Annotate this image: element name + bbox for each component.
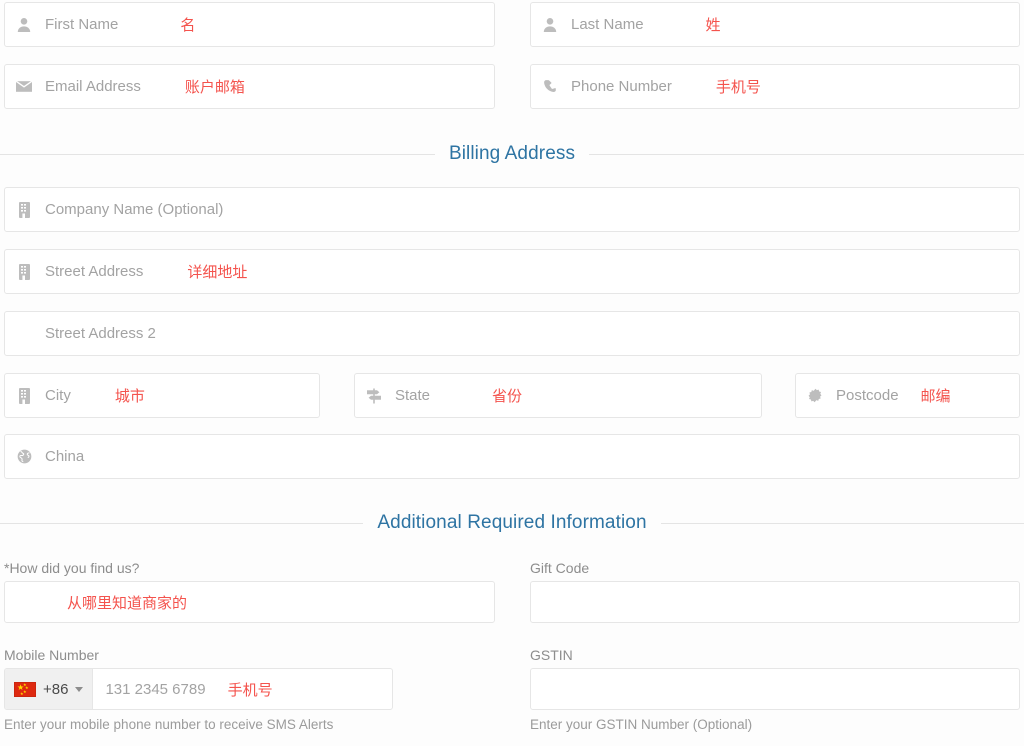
gift-code-input[interactable] xyxy=(530,581,1020,623)
phone-icon xyxy=(541,78,559,96)
city-annotation: 城市 xyxy=(114,388,145,405)
email-address-annotation: 账户邮箱 xyxy=(184,79,245,96)
how-did-you-find-us-input[interactable]: 从哪里知道商家的 xyxy=(4,581,495,623)
mobile-number-placeholder: 131 2345 6789 xyxy=(105,680,206,698)
phone-number-placeholder: Phone Number xyxy=(571,78,672,95)
street-address-2-placeholder: Street Address 2 xyxy=(45,325,156,342)
mobile-number-group: Mobile Number ★ ★ ★ ★ ★ +86 131 2345 6789 … xyxy=(4,647,393,732)
first-name-placeholder: First Name xyxy=(45,16,119,33)
cn-flag-icon: ★ ★ ★ ★ ★ xyxy=(14,681,36,697)
state-annotation: 省份 xyxy=(492,388,523,405)
building-icon xyxy=(15,387,33,405)
postcode-placeholder: Postcode xyxy=(836,387,899,404)
chevron-down-icon xyxy=(75,686,84,692)
gift-code-group: Gift Code xyxy=(530,560,1020,623)
billing-address-divider: Billing Address xyxy=(0,143,1024,165)
country-value: China xyxy=(45,448,85,465)
gstin-group: GSTIN Enter your GSTIN Number (Optional) xyxy=(530,647,1020,732)
street-address-placeholder: Street Address xyxy=(45,263,144,280)
postmark-icon xyxy=(806,387,824,405)
dial-code-value: +86 xyxy=(43,680,69,698)
additional-info-divider: Additional Required Information xyxy=(0,512,1024,534)
last-name-annotation: 姓 xyxy=(705,17,721,34)
map-signs-icon xyxy=(365,387,383,405)
additional-info-heading: Additional Required Information xyxy=(377,512,647,533)
divider-line-left xyxy=(0,522,364,524)
first-name-annotation: 名 xyxy=(180,17,196,34)
city-field[interactable]: City 城市 xyxy=(4,373,320,418)
how-did-you-find-us-label: *How did you find us? xyxy=(4,560,140,576)
postcode-annotation: 邮编 xyxy=(920,388,951,405)
divider-line-right xyxy=(589,153,1024,155)
mobile-number-input-group[interactable]: ★ ★ ★ ★ ★ +86 131 2345 6789 手机号 xyxy=(4,668,393,710)
country-field[interactable]: China xyxy=(4,434,1020,479)
mobile-number-annotation: 手机号 xyxy=(227,681,273,699)
globe-icon xyxy=(15,448,33,466)
how-did-you-find-us-group: *How did you find us? 从哪里知道商家的 xyxy=(4,560,495,623)
email-address-placeholder: Email Address xyxy=(45,78,141,95)
building-icon xyxy=(15,263,33,281)
street-address-annotation: 详细地址 xyxy=(187,264,248,281)
mobile-number-help-text: Enter your mobile phone number to receiv… xyxy=(4,717,334,732)
phone-number-field[interactable]: Phone Number 手机号 xyxy=(530,64,1020,109)
user-icon xyxy=(541,16,559,34)
gstin-label: GSTIN xyxy=(530,647,573,663)
state-field[interactable]: State 省份 xyxy=(354,373,762,418)
mobile-number-input[interactable]: 131 2345 6789 手机号 xyxy=(93,669,392,709)
billing-address-heading: Billing Address xyxy=(448,143,576,164)
mobile-number-label: Mobile Number xyxy=(4,647,99,663)
envelope-icon xyxy=(15,78,33,96)
last-name-placeholder: Last Name xyxy=(571,16,644,33)
city-placeholder: City xyxy=(45,387,71,404)
checkout-form-page: First Name 名 Last Name 姓 Email Address 账… xyxy=(0,0,1024,746)
gstin-input[interactable] xyxy=(530,668,1020,710)
building-icon xyxy=(15,201,33,219)
last-name-field[interactable]: Last Name 姓 xyxy=(530,2,1020,47)
company-name-placeholder: Company Name (Optional) xyxy=(45,201,224,218)
postcode-field[interactable]: Postcode 邮编 xyxy=(795,373,1020,418)
user-icon xyxy=(15,16,33,34)
first-name-field[interactable]: First Name 名 xyxy=(4,2,495,47)
company-name-field[interactable]: Company Name (Optional) xyxy=(4,187,1020,232)
country-dial-code-selector[interactable]: ★ ★ ★ ★ ★ +86 xyxy=(5,669,94,709)
email-address-field[interactable]: Email Address 账户邮箱 xyxy=(4,64,495,109)
street-address-field[interactable]: Street Address 详细地址 xyxy=(4,249,1020,294)
divider-line-right xyxy=(660,522,1024,524)
state-placeholder: State xyxy=(395,387,431,404)
gift-code-label: Gift Code xyxy=(530,560,590,576)
divider-line-left xyxy=(0,153,435,155)
how-did-you-find-us-annotation: 从哪里知道商家的 xyxy=(67,594,188,612)
street-address-2-field[interactable]: Street Address 2 xyxy=(4,311,1020,356)
phone-number-annotation: 手机号 xyxy=(715,79,761,96)
gstin-help-text: Enter your GSTIN Number (Optional) xyxy=(530,717,753,732)
